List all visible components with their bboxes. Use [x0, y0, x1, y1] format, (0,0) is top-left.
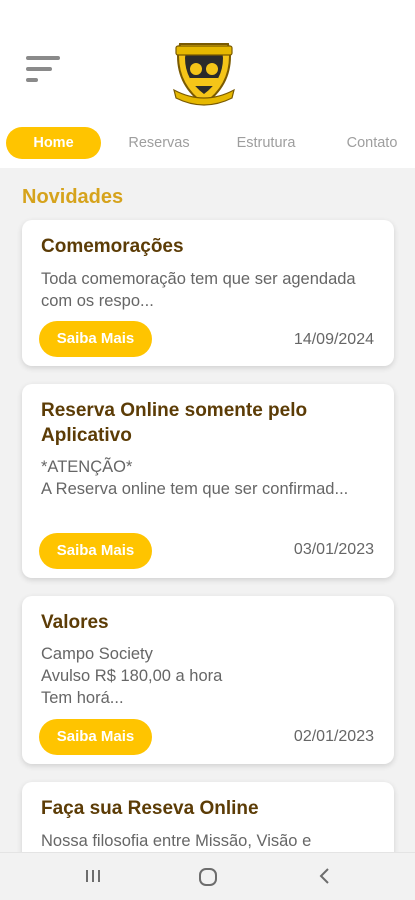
card-excerpt: Toda comemoração tem que ser agendada co… [41, 270, 356, 310]
card-title: Comemorações [41, 236, 184, 257]
back-chevron-icon[interactable] [316, 867, 334, 890]
card-date: 14/09/2024 [293, 331, 374, 348]
card-title: Faça sua Reseva Online [41, 798, 259, 819]
tab-reservas[interactable]: Reservas [118, 127, 200, 159]
card-title: Valores [41, 612, 109, 633]
card-date: 02/01/2023 [293, 728, 374, 745]
saiba-mais-button[interactable]: Saiba Mais [39, 321, 152, 357]
section-title: Novidades [22, 186, 124, 208]
news-card[interactable]: Comemorações Toda comemoração tem que se… [22, 220, 394, 366]
system-navigation-bar [0, 852, 415, 900]
saiba-mais-button[interactable]: Saiba Mais [39, 533, 152, 569]
hamburger-menu-icon[interactable] [22, 52, 62, 86]
news-feed[interactable]: Novidades Comemorações Toda comemoração … [0, 168, 415, 852]
saiba-mais-button[interactable]: Saiba Mais [39, 719, 152, 755]
club-crest-logo [170, 36, 238, 108]
tab-home[interactable]: Home [6, 127, 101, 159]
card-title: Reserva Online somente pelo Aplicativo [41, 400, 308, 446]
card-excerpt: *ATENÇÃO* A Reserva online tem que ser c… [41, 458, 349, 498]
news-card[interactable]: Faça sua Reseva Online Nossa filosofia e… [22, 782, 394, 852]
card-excerpt: Nossa filosofia entre Missão, Visão e [41, 832, 312, 850]
tab-contato[interactable]: Contato [336, 127, 408, 159]
news-card[interactable]: Valores Campo Society Avulso R$ 180,00 a… [22, 596, 394, 764]
tab-estrutura[interactable]: Estrutura [222, 127, 310, 159]
news-card[interactable]: Reserva Online somente pelo Aplicativo *… [22, 384, 394, 578]
app-header [0, 0, 415, 118]
card-excerpt: Campo Society Avulso R$ 180,00 a hora Te… [41, 645, 223, 707]
home-circle-icon[interactable] [198, 867, 218, 892]
top-tab-bar: Home Reservas Estrutura Contato [0, 118, 415, 168]
recent-apps-icon[interactable] [84, 867, 102, 890]
card-date: 03/01/2023 [293, 541, 374, 558]
